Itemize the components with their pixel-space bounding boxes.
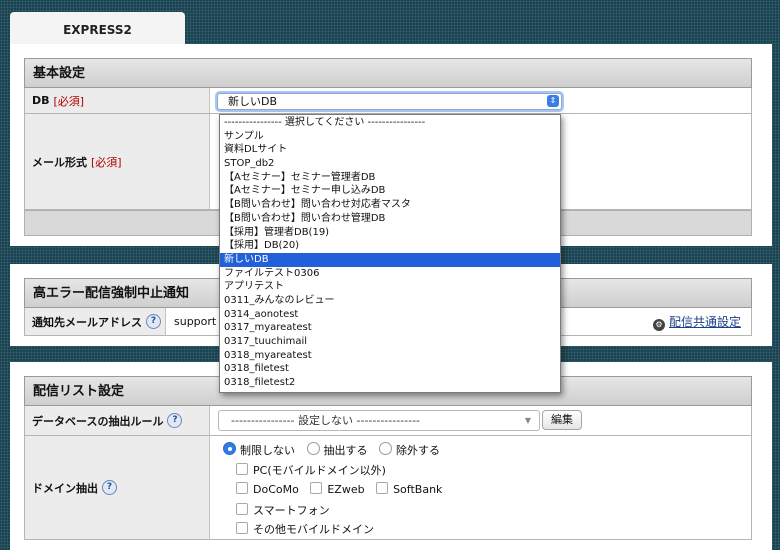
checkbox-smartphone[interactable]: スマートフォン (236, 502, 330, 518)
checkbox-smartphone-label: スマートフォン (253, 504, 330, 517)
db-option[interactable]: 0318_filetest2 (220, 376, 560, 390)
radio-extract[interactable]: 抽出する (306, 442, 368, 457)
db-label: DB (32, 94, 50, 107)
db-dropdown-list[interactable]: ---------------- 選択してください --------------… (219, 114, 561, 393)
radio-icon[interactable] (379, 442, 392, 455)
checkbox-icon[interactable] (236, 482, 248, 494)
checkbox-icon[interactable] (376, 482, 389, 494)
checkbox-softbank[interactable]: SoftBank (376, 482, 443, 496)
checkbox-docomo[interactable]: DoCoMo (236, 482, 299, 496)
help-icon[interactable]: ? (102, 480, 117, 495)
mail-format-label-cell: メール形式 [必須] (25, 114, 210, 209)
db-select[interactable]: 新しいDB ⇕ (217, 93, 562, 110)
alert-email-label: 通知先メールアドレス (32, 315, 142, 329)
common-delivery-settings-link-text[interactable]: 配信共通設定 (669, 315, 741, 329)
alert-email-value: support (174, 315, 217, 328)
db-option[interactable]: サンプル (220, 130, 560, 144)
checkbox-pc-label: PC(モバイルドメイン以外) (253, 464, 386, 477)
domain-extract-label-cell: ドメイン抽出 ? (25, 436, 210, 539)
db-option[interactable]: 0317_tuuchimail (220, 335, 560, 349)
alert-email-label-cell: 通知先メールアドレス ? (25, 308, 166, 335)
db-option[interactable]: 新しいDB (220, 252, 560, 267)
db-option[interactable]: 【B問い合わせ】問い合わせ対応者マスタ (220, 198, 560, 212)
domain-extract-label: ドメイン抽出 (32, 481, 98, 495)
db-option[interactable]: 0317_myareatest (220, 321, 560, 335)
domain-extract-row: ドメイン抽出 ? 制限しない 抽出する 除外する PC(モバイルドメイン以外) … (24, 436, 752, 540)
checkbox-other-mobile-label: その他モバイルドメイン (253, 523, 374, 536)
mail-format-required-mark: [必須] (91, 155, 122, 169)
db-option[interactable]: 【B問い合わせ】問い合わせ管理DB (220, 212, 560, 226)
radio-no-limit[interactable]: 制限しない (223, 442, 295, 457)
db-option[interactable]: 0318_myareatest (220, 349, 560, 363)
radio-extract-label: 抽出する (323, 444, 368, 457)
checkbox-ezweb[interactable]: EZweb (310, 482, 365, 496)
help-icon[interactable]: ? (146, 314, 161, 329)
checkbox-softbank-label: SoftBank (393, 483, 443, 496)
db-option[interactable]: ファイルテスト0306 (220, 267, 560, 281)
checkbox-pc[interactable]: PC(モバイルドメイン以外) (236, 462, 386, 478)
checkbox-icon[interactable] (236, 522, 248, 534)
radio-icon[interactable] (306, 442, 320, 455)
checkbox-other-mobile[interactable]: その他モバイルドメイン (236, 521, 374, 537)
db-option[interactable]: 0318_filetest (220, 362, 560, 376)
common-delivery-settings-link[interactable]: ⚙ 配信共通設定 (653, 313, 741, 331)
extract-rule-select[interactable]: ---------------- 設定しない ---------------- … (218, 410, 540, 431)
tab-express2[interactable]: EXPRESS2 (10, 12, 185, 44)
db-option[interactable]: 資料DLサイト (220, 143, 560, 157)
gear-icon: ⚙ (653, 319, 665, 331)
db-select-value: 新しいDB (228, 95, 278, 108)
radio-checked-icon[interactable] (223, 442, 236, 455)
extract-rule-select-value: ---------------- 設定しない ---------------- (231, 414, 421, 427)
db-required-mark: [必須] (53, 94, 85, 108)
mail-format-label: メール形式 (32, 155, 87, 169)
db-label-cell: DB [必須] (25, 88, 210, 113)
extract-rule-row: データベースの抽出ルール ? ---------------- 設定しない --… (24, 406, 752, 436)
basic-settings-header: 基本設定 (24, 58, 752, 88)
edit-button[interactable]: 編集 (542, 410, 582, 430)
select-arrows-icon: ⇕ (547, 95, 559, 107)
db-option[interactable]: 【Aセミナー】セミナー申し込みDB (220, 184, 560, 198)
radio-exclude[interactable]: 除外する (379, 442, 440, 457)
db-option[interactable]: アプリテスト (220, 280, 560, 294)
db-option[interactable]: 0314_aonotest (220, 308, 560, 322)
db-option[interactable]: STOP_db2 (220, 157, 560, 171)
checkbox-icon[interactable] (310, 482, 323, 494)
db-option[interactable]: 【採用】DB(20) (220, 239, 560, 253)
chevron-down-icon: ▼ (524, 416, 531, 425)
radio-no-limit-label: 制限しない (240, 444, 295, 457)
checkbox-ezweb-label: EZweb (327, 483, 365, 496)
checkbox-docomo-label: DoCoMo (253, 483, 299, 496)
db-option[interactable]: 【Aセミナー】セミナー管理者DB (220, 171, 560, 185)
checkbox-icon[interactable] (236, 463, 248, 475)
db-option[interactable]: 0311_みんなのレビュー (220, 294, 560, 308)
extract-rule-label: データベースの抽出ルール (32, 414, 164, 428)
help-icon[interactable]: ? (167, 413, 183, 428)
db-option[interactable]: 【採用】管理者DB(19) (220, 226, 560, 240)
checkbox-carrier-group: DoCoMo EZweb SoftBank (236, 482, 442, 496)
db-option[interactable]: ---------------- 選択してください --------------… (220, 116, 560, 130)
checkbox-icon[interactable] (236, 503, 248, 515)
extract-rule-label-cell: データベースの抽出ルール ? (25, 406, 210, 435)
domain-radio-group: 制限しない 抽出する 除外する (223, 442, 440, 458)
radio-exclude-label: 除外する (396, 444, 440, 457)
